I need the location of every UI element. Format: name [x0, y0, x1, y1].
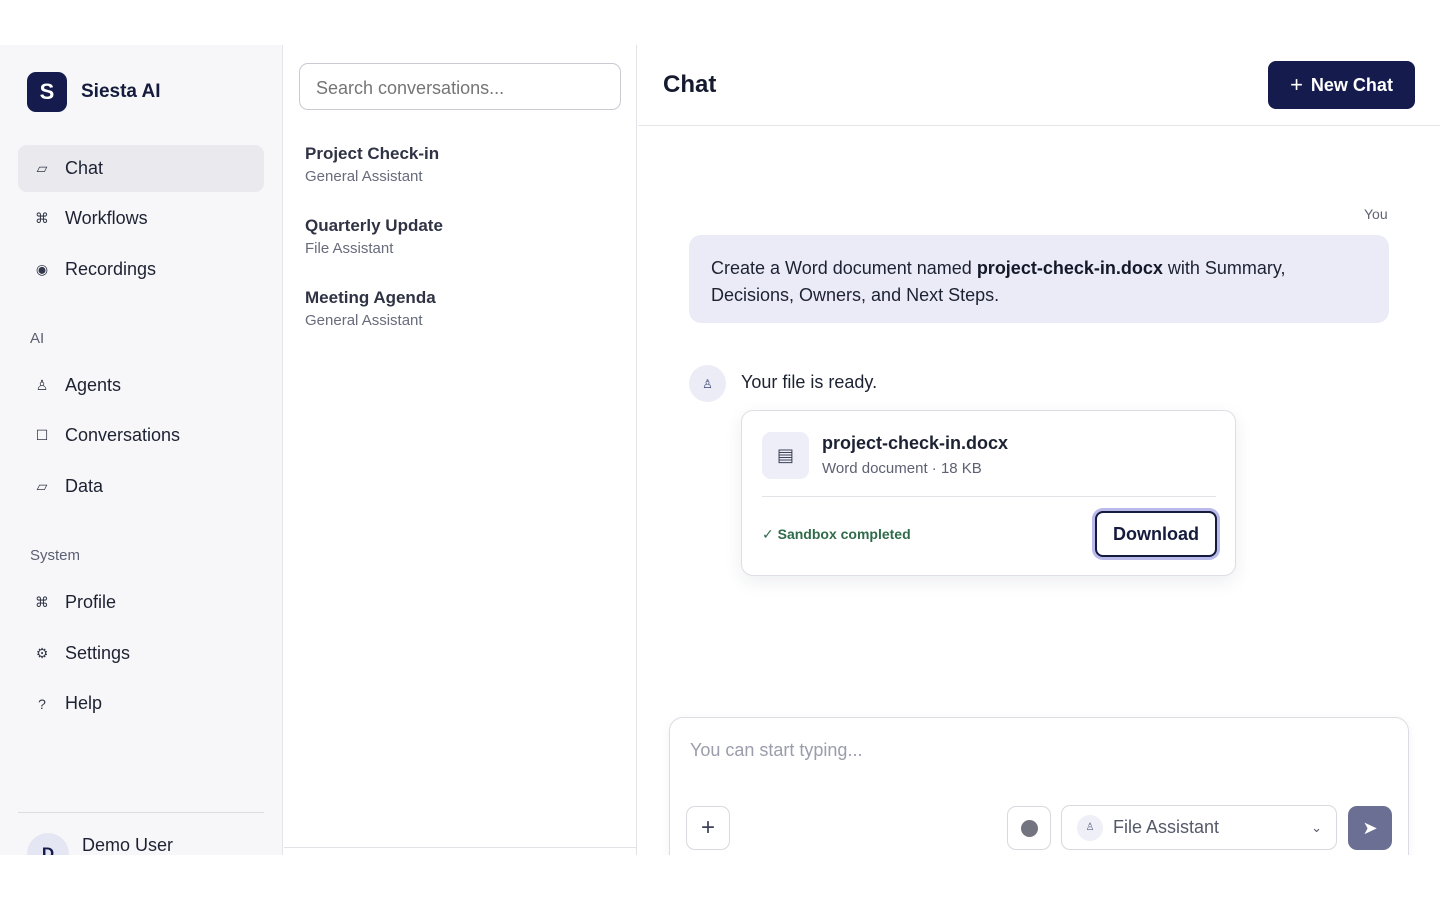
- conversation-agent: General Assistant: [305, 168, 423, 185]
- conversation-item[interactable]: Quarterly Update File Assistant: [305, 216, 625, 257]
- sidebar-item-label: Workflows: [65, 208, 148, 228]
- conversation-item[interactable]: Project Check-in General Assistant: [305, 144, 625, 185]
- assistant-avatar-icon: ♙: [689, 365, 726, 402]
- sidebar-item-chat[interactable]: ▱ Chat: [18, 145, 264, 192]
- record-button[interactable]: [1007, 806, 1051, 850]
- search-input[interactable]: [299, 63, 621, 110]
- sidebar-item-workflows[interactable]: ⌘ Workflows: [18, 195, 264, 242]
- section-label-ai: AI: [30, 330, 45, 347]
- section-label-system: System: [30, 547, 81, 564]
- conversation-item[interactable]: Meeting Agenda General Assistant: [305, 288, 625, 329]
- conversation-title: Meeting Agenda: [305, 288, 436, 307]
- message-filename: project-check-in.docx: [976, 258, 1163, 278]
- document-icon: ▤: [762, 432, 809, 479]
- new-chat-button[interactable]: + New Chat: [1268, 61, 1415, 109]
- sidebar-item-label: Recordings: [65, 259, 157, 279]
- sidebar-item-profile[interactable]: ⌘ Profile: [18, 579, 264, 626]
- send-icon: ➤: [1362, 817, 1378, 838]
- sidebar-item-settings[interactable]: ⚙ Settings: [18, 630, 264, 677]
- chat-header: Chat + New Chat: [638, 45, 1440, 126]
- app-window: S Siesta AI ▱ Chat ⌘ Workflows ◉ Recordi…: [0, 45, 1440, 855]
- help-icon: ?: [38, 695, 46, 712]
- user-message: Create a Word document named project-che…: [689, 235, 1389, 323]
- avatar: D: [27, 833, 69, 855]
- message-input[interactable]: [690, 740, 1290, 761]
- sidebar-item-label: Conversations: [65, 425, 181, 445]
- conversation-agent: General Assistant: [305, 312, 423, 329]
- sidebar-item-agents[interactable]: ♙ Agents: [18, 362, 264, 409]
- square-icon: ☐: [35, 427, 49, 443]
- chat-main: Chat + New Chat You Create a Word docume…: [638, 45, 1440, 855]
- conversation-title: Quarterly Update: [305, 216, 443, 235]
- file-name: project-check-in.docx: [822, 433, 1009, 453]
- file-meta: Word document · 18 KB: [822, 460, 982, 477]
- sender-label: You: [1364, 206, 1388, 222]
- message-text: Create a Word document named: [711, 258, 977, 278]
- agent-icon: ♙: [1077, 814, 1103, 841]
- sandbox-status: ✓ Sandbox completed: [762, 526, 911, 542]
- gear-icon: ⚙: [35, 645, 49, 661]
- chevron-down-icon: ⌄: [1311, 820, 1322, 835]
- plus-icon: +: [700, 814, 715, 841]
- user-profile[interactable]: D Demo User: [27, 833, 173, 855]
- user-name: Demo User: [82, 835, 174, 855]
- send-button[interactable]: ➤: [1348, 806, 1392, 850]
- plus-icon: +: [1290, 72, 1303, 97]
- sidebar-item-label: Chat: [65, 158, 104, 178]
- conversation-title: Project Check-in: [305, 144, 440, 163]
- sidebar-item-help[interactable]: ? Help: [18, 680, 264, 727]
- brand-logo: S: [27, 72, 67, 112]
- brand-name: Siesta AI: [81, 81, 161, 102]
- command-icon: ⌘: [35, 594, 49, 610]
- conversation-agent: File Assistant: [305, 240, 394, 257]
- file-card: ▤ project-check-in.docx Word document · …: [741, 410, 1236, 576]
- download-button[interactable]: Download: [1095, 511, 1217, 557]
- agent-select-value: File Assistant: [1113, 817, 1220, 837]
- attach-button[interactable]: +: [686, 806, 730, 850]
- conversation-list-pane: Project Check-in General Assistant Quart…: [284, 45, 637, 855]
- message-composer: + ♙ File Assistant ⌄ ➤: [669, 717, 1409, 855]
- divider: [762, 496, 1216, 497]
- record-icon: [1020, 819, 1038, 837]
- sidebar-item-recordings[interactable]: ◉ Recordings: [18, 246, 264, 293]
- new-chat-label: New Chat: [1310, 74, 1393, 95]
- command-icon: ⌘: [35, 210, 49, 226]
- sidebar-item-label: Agents: [65, 375, 122, 395]
- data-icon: ▱: [36, 478, 48, 494]
- assistant-message: Your file is ready.: [741, 372, 878, 392]
- sidebar: S Siesta AI ▱ Chat ⌘ Workflows ◉ Recordi…: [0, 45, 283, 855]
- sidebar-divider: [18, 812, 264, 813]
- agent-select[interactable]: ♙ File Assistant ⌄: [1061, 805, 1337, 850]
- sidebar-item-label: Profile: [65, 592, 117, 612]
- brand[interactable]: S Siesta AI: [27, 72, 161, 112]
- sidebar-item-data[interactable]: ▱ Data: [18, 463, 264, 510]
- page-title: Chat: [663, 71, 717, 98]
- sidebar-item-label: Help: [65, 693, 103, 713]
- agent-icon: ♙: [35, 377, 49, 393]
- sidebar-item-conversations[interactable]: ☐ Conversations: [18, 412, 264, 459]
- sidebar-item-label: Data: [65, 476, 104, 496]
- chat-icon: ▱: [36, 160, 48, 176]
- divider: [284, 847, 637, 848]
- record-icon: ◉: [35, 261, 49, 277]
- sidebar-item-label: Settings: [65, 643, 131, 663]
